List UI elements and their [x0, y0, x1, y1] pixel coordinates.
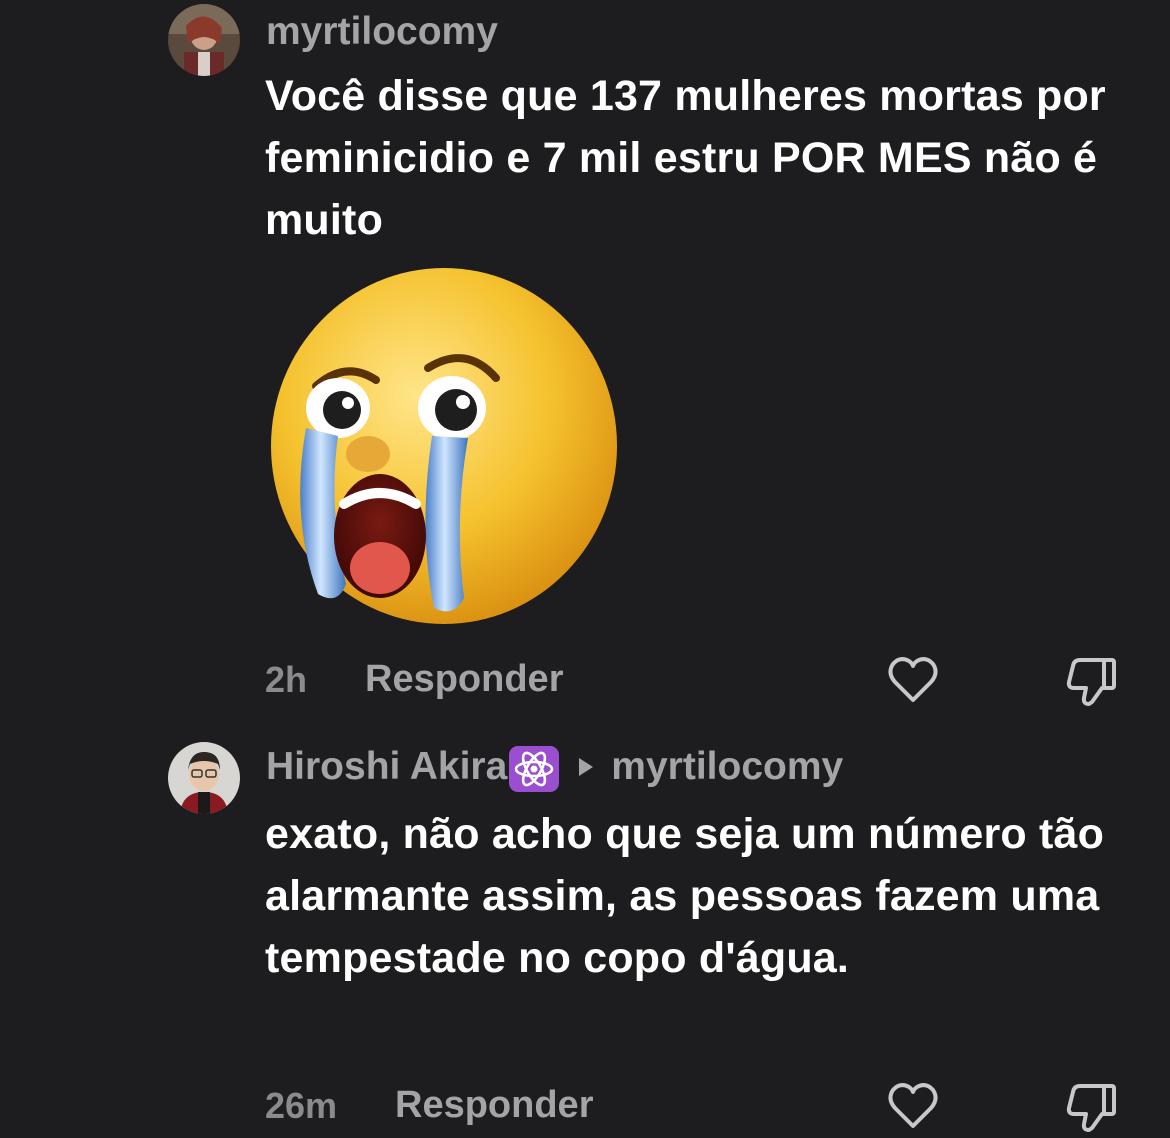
loudly-crying-face-emoji: [268, 268, 620, 628]
comment-timestamp: 2h: [265, 659, 308, 700]
avatar-hiroshi-akira[interactable]: [168, 742, 240, 814]
reply-to-username[interactable]: myrtilocomy: [611, 745, 843, 789]
caret-right-icon: [577, 756, 595, 778]
comment-text: Você disse que 137 mulheres mortas por f…: [265, 72, 1106, 244]
reply-button[interactable]: Responder: [365, 660, 563, 698]
comment-username[interactable]: myrtilocomy: [266, 12, 498, 51]
heart-icon[interactable]: [885, 1078, 941, 1134]
thumbs-down-icon[interactable]: [1064, 1078, 1120, 1134]
reply-button[interactable]: Responder: [395, 1086, 593, 1124]
avatar-myrtilocomy[interactable]: [168, 4, 240, 76]
atom-symbol-icon: [509, 746, 560, 792]
comment-text: exato, não acho que seja um número tão a…: [265, 810, 1105, 982]
comment-username[interactable]: Hiroshi Akira: [266, 745, 507, 789]
heart-icon[interactable]: [885, 652, 941, 708]
comment-timestamp: 26m: [265, 1085, 338, 1126]
thumbs-down-icon[interactable]: [1064, 652, 1120, 708]
reply-header: Hiroshi Akira myrtilocomy: [266, 744, 843, 792]
